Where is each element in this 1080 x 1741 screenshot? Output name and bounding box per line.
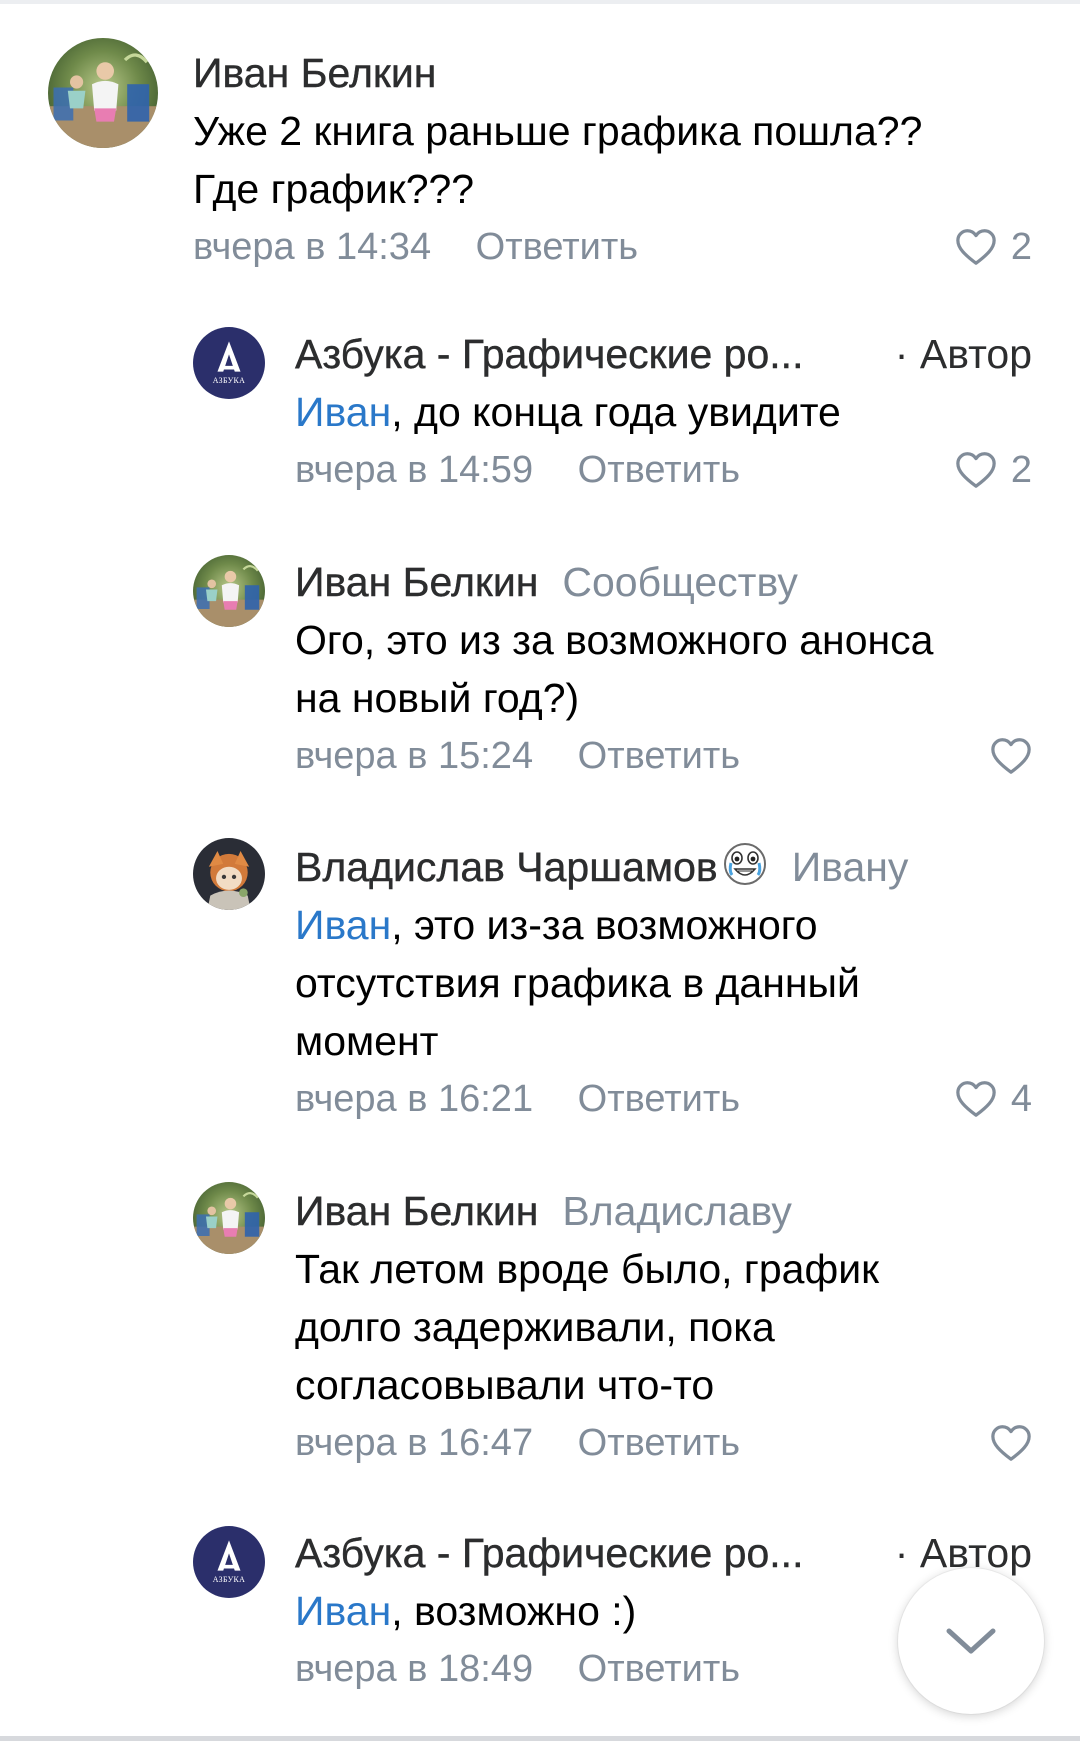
comment-text: Иван, это из-за возможного отсутствия гр… xyxy=(295,896,1032,1070)
bottom-divider xyxy=(0,1736,1080,1741)
reply-to-label[interactable]: Ивану xyxy=(792,844,909,890)
comment-meta: вчера в 14:59 Ответить 2 xyxy=(295,441,1032,499)
avatar[interactable] xyxy=(193,1526,265,1598)
comment-body: Владислав Чаршамов Ивану Иван, это из-за… xyxy=(295,838,1032,1128)
like-count: 4 xyxy=(1010,1078,1032,1120)
heart-icon xyxy=(955,1079,997,1119)
author-name[interactable]: Азбука - Графические ро... xyxy=(295,1530,804,1576)
mention-link[interactable]: Иван xyxy=(295,902,391,948)
author-badge: · Автор xyxy=(894,331,1032,377)
reply-button[interactable]: Ответить xyxy=(578,1422,740,1464)
avatar[interactable] xyxy=(193,838,265,910)
comment-time[interactable]: вчера в 14:34 xyxy=(193,226,431,268)
mention-link[interactable]: Иван xyxy=(295,1588,391,1634)
avatar[interactable] xyxy=(193,555,265,627)
comment-text: Иван, до конца года увидите xyxy=(295,383,1032,441)
author-name[interactable]: Азбука - Графические ро... xyxy=(295,331,804,377)
comment-header: Азбука - Графические ро... · Автор xyxy=(295,1524,1032,1582)
avatar[interactable] xyxy=(48,38,158,148)
reply-to-label[interactable]: Сообществу xyxy=(562,559,797,605)
heart-icon xyxy=(955,450,997,490)
user-photo-icon xyxy=(193,555,265,627)
reply-button[interactable]: Ответить xyxy=(578,449,740,491)
azbuka-logo-icon xyxy=(193,1526,265,1598)
comment-meta: вчера в 16:47 Ответить xyxy=(295,1414,1032,1472)
comment-body: Иван Белкин Владиславу Так летом вроде бы… xyxy=(295,1182,1032,1472)
reply-button[interactable]: Ответить xyxy=(578,1648,740,1690)
heart-icon xyxy=(990,1423,1032,1463)
comment-time[interactable]: вчера в 15:24 xyxy=(295,735,533,777)
user-photo-icon xyxy=(48,38,158,148)
comment-text: Так летом вроде было, график долго задер… xyxy=(295,1246,880,1408)
comment-header: Владислав Чаршамов Ивану xyxy=(295,838,1032,896)
comment-header: Иван Белкин Владиславу xyxy=(295,1182,1032,1240)
heart-icon xyxy=(990,736,1032,776)
azbuka-logo-icon xyxy=(193,327,265,399)
comment-body: Иван Белкин Уже 2 книга раньше графика п… xyxy=(193,44,1032,276)
anime-avatar-icon xyxy=(193,838,265,910)
like-button[interactable] xyxy=(990,1414,1032,1472)
comment-header: Иван Белкин Сообществу xyxy=(295,553,1032,611)
comment-meta: вчера в 16:21 Ответить 4 xyxy=(295,1070,1032,1128)
reply-button[interactable]: Ответить xyxy=(578,735,740,777)
comment-meta: вчера в 15:24 Ответить xyxy=(295,727,1032,785)
author-name[interactable]: Иван Белкин xyxy=(295,1188,539,1234)
heart-icon xyxy=(955,227,997,267)
user-photo-icon xyxy=(193,1182,265,1254)
comment-header: Иван Белкин xyxy=(193,44,1032,102)
comment-text-content: , возможно :) xyxy=(391,1588,637,1634)
like-count: 2 xyxy=(1010,449,1032,491)
author-name[interactable]: Иван Белкин xyxy=(295,559,539,605)
comment-body: Азбука - Графические ро... · Автор Иван,… xyxy=(295,325,1032,499)
comment-time[interactable]: вчера в 16:21 xyxy=(295,1078,533,1120)
chevron-down-icon xyxy=(946,1628,996,1654)
comment-meta: вчера в 14:34 Ответить 2 xyxy=(193,218,1032,276)
top-divider xyxy=(0,0,1080,4)
comment-time[interactable]: вчера в 18:49 xyxy=(295,1648,533,1690)
reply-button[interactable]: Ответить xyxy=(476,226,638,268)
comment-body: Иван Белкин Сообществу Ого, это из за воз… xyxy=(295,553,1032,785)
crying-laughing-face-icon xyxy=(723,843,766,885)
comment-header: Азбука - Графические ро... · Автор xyxy=(295,325,1032,383)
reply-to-label[interactable]: Владиславу xyxy=(562,1188,792,1234)
comment-time[interactable]: вчера в 16:47 xyxy=(295,1422,533,1464)
mention-link[interactable]: Иван xyxy=(295,389,391,435)
like-count: 2 xyxy=(1010,226,1032,268)
avatar[interactable] xyxy=(193,1182,265,1254)
like-button[interactable] xyxy=(990,727,1032,785)
author-name[interactable]: Владислав Чаршамов xyxy=(295,844,718,890)
like-button[interactable]: 4 xyxy=(955,1070,1032,1128)
author-name[interactable]: Иван Белкин xyxy=(193,50,437,96)
reply-button[interactable]: Ответить xyxy=(578,1078,740,1120)
scroll-down-button[interactable] xyxy=(898,1568,1044,1714)
like-button[interactable]: 2 xyxy=(955,218,1032,276)
comment-text: Уже 2 книга раньше графика пошла?? Где г… xyxy=(193,108,923,212)
avatar[interactable] xyxy=(193,327,265,399)
comment-text-content: , до конца года увидите xyxy=(391,389,841,435)
comment-text: Ого, это из за возможного анонса на новы… xyxy=(295,617,934,721)
comment-time[interactable]: вчера в 14:59 xyxy=(295,449,533,491)
like-button[interactable]: 2 xyxy=(955,441,1032,499)
